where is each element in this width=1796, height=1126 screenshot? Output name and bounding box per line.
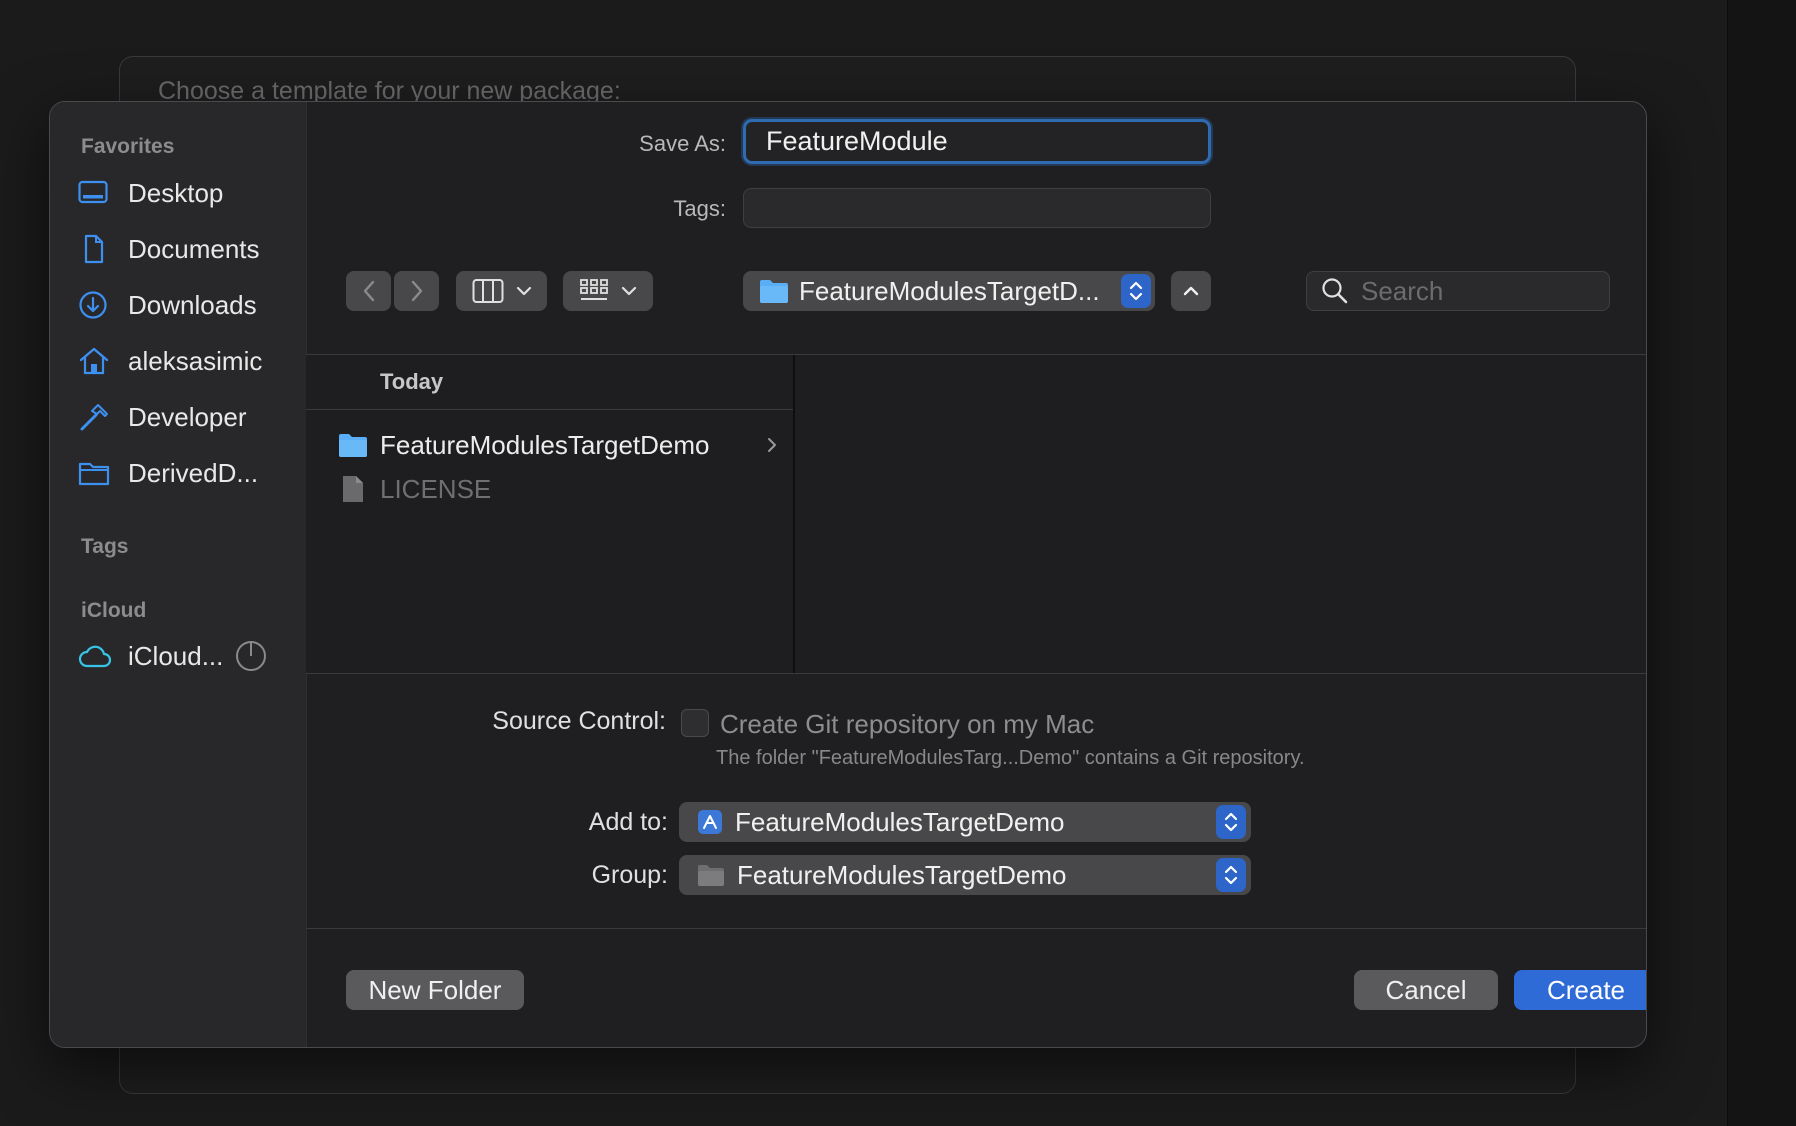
group-label: Group:: [591, 861, 668, 889]
sidebar-heading-icloud: iCloud: [81, 599, 147, 622]
list-item-label: FeatureModulesTargetDemo: [380, 429, 710, 460]
git-checkbox[interactable]: [681, 709, 709, 737]
expand-collapse-button[interactable]: [1171, 271, 1211, 311]
tags-input[interactable]: [743, 188, 1211, 228]
grid-icon: [579, 278, 609, 304]
search-icon: [1321, 277, 1349, 305]
chevron-right-icon: [409, 279, 425, 303]
view-mode-button[interactable]: [456, 271, 547, 311]
file-browser: Today FeatureModulesTargetDemo LICENSE: [306, 354, 1646, 674]
sidebar-item-label: Developer: [128, 401, 247, 432]
column-header: Today: [306, 355, 793, 410]
column-view-icon: [472, 278, 504, 304]
sidebar-item-downloads[interactable]: Downloads: [78, 285, 288, 325]
sidebar-item-label: Downloads: [128, 289, 257, 320]
group-value: FeatureModulesTargetDemo: [737, 859, 1067, 890]
folder-icon: [78, 457, 114, 489]
list-item-file: LICENSE: [338, 469, 778, 509]
list-item-label: LICENSE: [380, 473, 492, 504]
save-panel: Favorites Desktop Documents Downloads al…: [49, 101, 1647, 1048]
tags-label: Tags:: [673, 196, 726, 221]
sidebar-heading-favorites: Favorites: [81, 135, 175, 158]
add-to-stepper[interactable]: [1216, 805, 1246, 839]
sidebar-item-developer[interactable]: Developer: [78, 397, 288, 437]
xcode-project-icon: [697, 809, 723, 835]
folder-icon: [338, 432, 368, 458]
sync-progress-icon: [235, 640, 267, 672]
sidebar-item-label: Documents: [128, 233, 260, 264]
save-as-label: Save As:: [639, 131, 726, 156]
sidebar-item-label: Desktop: [128, 177, 224, 208]
chevron-up-icon: [1183, 285, 1199, 297]
folder-icon: [697, 863, 725, 887]
sidebar-heading-tags: Tags: [81, 535, 129, 558]
folder-icon: [759, 278, 789, 304]
column-header-label: Today: [380, 369, 444, 394]
cancel-button[interactable]: Cancel: [1354, 970, 1498, 1010]
add-to-value: FeatureModulesTargetDemo: [735, 806, 1065, 837]
list-item-folder[interactable]: FeatureModulesTargetDemo: [338, 425, 778, 465]
source-control-label: Source Control:: [492, 707, 666, 735]
sidebar-item-icloud-drive[interactable]: iCloud...: [78, 636, 294, 676]
add-to-label: Add to:: [588, 808, 668, 836]
main-area: Save As: Tags:: [306, 102, 1646, 1047]
updown-chevron-icon: [1223, 809, 1239, 835]
add-to-popup[interactable]: FeatureModulesTargetDemo: [679, 802, 1251, 842]
footer-divider: [306, 928, 1646, 929]
git-note: The folder "FeatureModulesTarg...Demo" c…: [716, 747, 1305, 769]
right-edge-strip: [1727, 0, 1796, 1126]
location-label: FeatureModulesTargetD...: [799, 275, 1100, 306]
group-stepper[interactable]: [1216, 858, 1246, 892]
sidebar-item-label: iCloud...: [128, 640, 224, 671]
chevron-right-icon: [766, 436, 778, 454]
save-as-input[interactable]: [743, 119, 1211, 164]
sidebar-item-documents[interactable]: Documents: [78, 229, 288, 269]
create-button[interactable]: Create: [1514, 970, 1646, 1010]
git-checkbox-label: Create Git repository on my Mac: [720, 709, 1095, 739]
cloud-icon: [78, 640, 114, 672]
sidebar-item-label: aleksasimic: [128, 345, 263, 376]
sidebar-item-label: DerivedD...: [128, 457, 259, 488]
location-stepper[interactable]: [1121, 274, 1151, 308]
sidebar-item-home[interactable]: aleksasimic: [78, 341, 288, 381]
hammer-icon: [78, 401, 114, 433]
updown-chevron-icon: [1223, 862, 1239, 888]
chevron-left-icon: [361, 279, 377, 303]
browser-column: Today FeatureModulesTargetDemo LICENSE: [306, 355, 795, 673]
back-button[interactable]: [346, 271, 391, 311]
search-input[interactable]: [1359, 274, 1603, 308]
chevron-down-icon: [516, 285, 532, 297]
updown-chevron-icon: [1128, 278, 1144, 304]
desktop-icon: [78, 177, 114, 209]
new-folder-button[interactable]: New Folder: [346, 970, 524, 1010]
home-icon: [78, 345, 114, 377]
sidebar: Favorites Desktop Documents Downloads al…: [50, 102, 307, 1047]
group-popup[interactable]: FeatureModulesTargetDemo: [679, 855, 1251, 895]
sidebar-item-desktop[interactable]: Desktop: [78, 173, 288, 213]
document-icon: [338, 474, 368, 504]
search-box[interactable]: [1306, 271, 1610, 311]
downloads-icon: [78, 289, 114, 321]
forward-button[interactable]: [394, 271, 439, 311]
group-by-button[interactable]: [563, 271, 653, 311]
chevron-down-icon: [621, 285, 637, 297]
document-icon: [78, 233, 114, 265]
location-popup[interactable]: FeatureModulesTargetD...: [743, 271, 1155, 311]
sidebar-item-deriveddata[interactable]: DerivedD...: [78, 453, 288, 493]
